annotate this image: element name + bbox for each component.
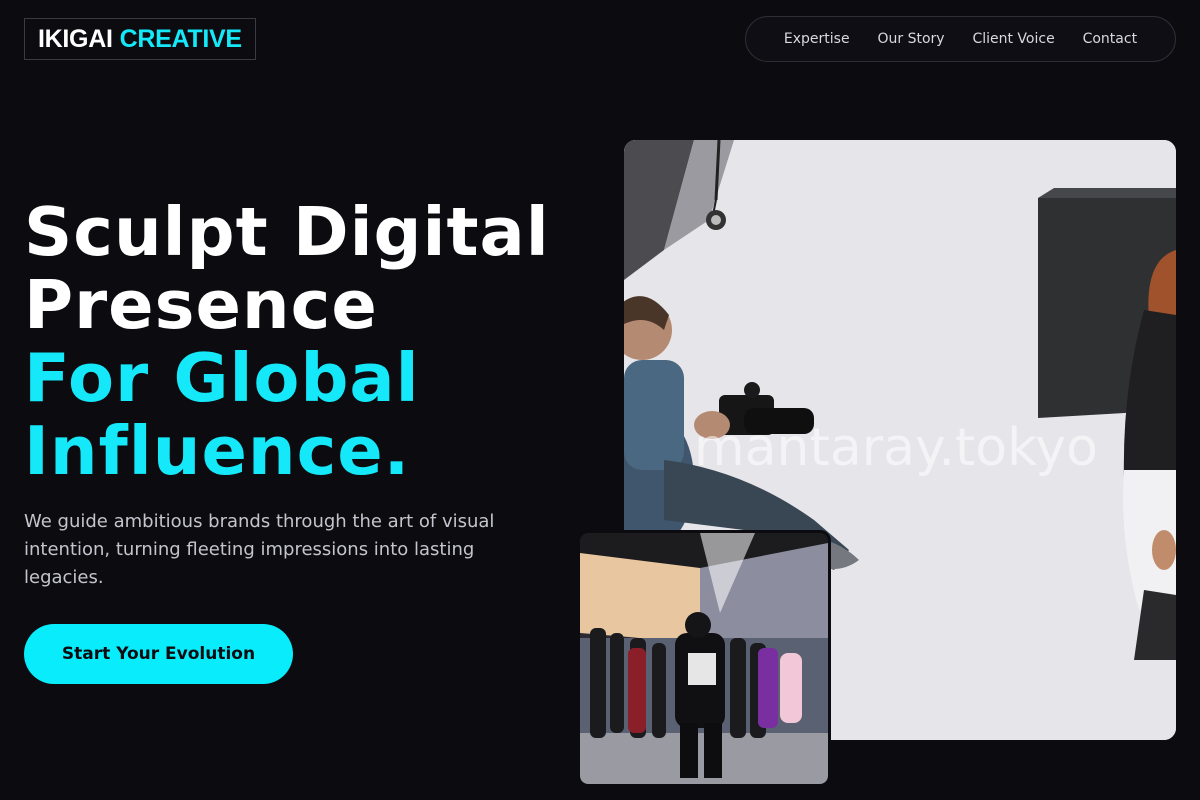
nav-link-contact[interactable]: Contact	[1083, 31, 1137, 47]
hero-headline: Sculpt Digital Presence For Global Influ…	[24, 196, 550, 488]
headline-line-1: Sculpt Digital	[24, 193, 550, 271]
fashion-showroom-illustration	[580, 533, 828, 784]
landing-page: IKIGAI CREATIVE Expertise Our Story Clie…	[0, 0, 1200, 800]
nav-link-client-voice[interactable]: Client Voice	[972, 31, 1054, 47]
nav-link-our-story[interactable]: Our Story	[877, 31, 944, 47]
headline-line-2: Presence	[24, 266, 378, 344]
hero-subcopy: We guide ambitious brands through the ar…	[24, 511, 495, 588]
brand-name: IKIGAI	[38, 24, 113, 53]
headline-accent-line-2: Influence.	[24, 412, 411, 490]
main-image-watermark: mantaray.tokyo	[694, 418, 1098, 478]
headline-accent-line-1: For Global	[24, 339, 420, 417]
start-evolution-button[interactable]: Start Your Evolution	[24, 624, 293, 684]
brand-accent: CREATIVE	[119, 24, 242, 53]
main-nav: Expertise Our Story Client Voice Contact	[745, 16, 1176, 62]
brand-logo[interactable]: IKIGAI CREATIVE	[24, 18, 256, 60]
nav-link-expertise[interactable]: Expertise	[784, 31, 850, 47]
hero-secondary-image	[577, 530, 831, 787]
